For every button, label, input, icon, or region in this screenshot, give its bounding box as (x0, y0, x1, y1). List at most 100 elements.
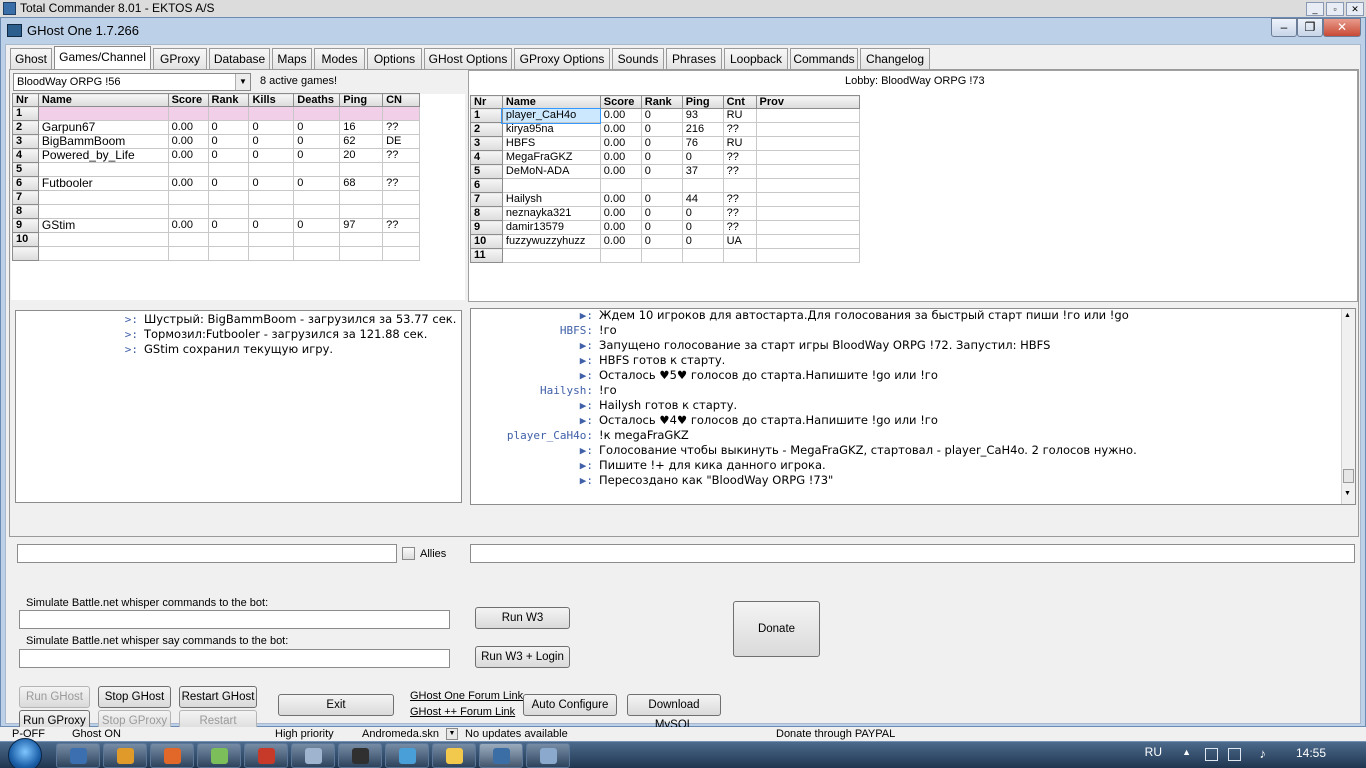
table-row[interactable]: 6 (470, 178, 861, 193)
games-col-header[interactable]: Kills (248, 93, 295, 107)
status-paypal[interactable]: Donate through PAYPAL (776, 728, 895, 740)
games-col-header[interactable]: Name (37, 93, 169, 107)
table-row[interactable]: 3 BigBammBoom 0.00 0 0 0 62 DE (12, 134, 420, 149)
taskbar-app-9[interactable] (479, 743, 523, 768)
lobby-col-header[interactable]: Name (501, 95, 601, 109)
games-col-header[interactable]: Ping (339, 93, 384, 107)
games-col-header[interactable]: Rank (207, 93, 250, 107)
game-select[interactable]: BloodWay ORPG !56 ▼ (13, 73, 251, 91)
games-col-header[interactable]: Deaths (293, 93, 341, 107)
tab-ghost-options[interactable]: GHost Options (424, 48, 512, 69)
tab-changelog[interactable]: Changelog (860, 48, 930, 69)
taskbar-app-3[interactable] (197, 743, 241, 768)
ghost-pp-forum-link[interactable]: GHost ++ Forum Link (410, 706, 515, 718)
taskbar-app-8[interactable] (432, 743, 476, 768)
taskbar-app-4[interactable] (244, 743, 288, 768)
tab-modes[interactable]: Modes (314, 48, 365, 69)
language-indicator[interactable]: RU (1145, 745, 1162, 759)
run-w3-button[interactable]: Run W3 (475, 607, 570, 629)
games-col-header[interactable]: Nr (12, 93, 39, 107)
scroll-up-icon[interactable]: ▲ (1344, 312, 1351, 319)
taskbar-app-1[interactable] (103, 743, 147, 768)
tab-gproxy[interactable]: GProxy (153, 48, 207, 69)
table-row[interactable]: 2 Garpun67 0.00 0 0 0 16?? (12, 120, 420, 135)
tray-clipboard-icon[interactable] (1205, 748, 1218, 761)
tab-games-channel[interactable]: Games/Channel (54, 46, 151, 70)
tab-options[interactable]: Options (367, 48, 422, 69)
table-row[interactable]: 10 (12, 232, 420, 247)
tc-maximize-button[interactable]: ▫ (1326, 2, 1344, 16)
tab-phrases[interactable]: Phrases (666, 48, 722, 69)
ghost-one-forum-link[interactable]: GHost One Forum Link (410, 690, 523, 702)
exit-button[interactable]: Exit (278, 694, 394, 716)
table-row[interactable]: 2 kirya95na 0.00 0 216?? (470, 122, 861, 137)
right-chat-scrollbar[interactable]: ▲ ▼ (1341, 309, 1355, 504)
auto-configure-button[interactable]: Auto Configure (523, 694, 617, 716)
taskbar-app-10[interactable] (526, 743, 570, 768)
lobby-col-header[interactable]: Nr (470, 95, 503, 109)
table-row[interactable]: 3 HBFS 0.00 0 76 RU (470, 136, 861, 151)
table-row[interactable]: 9 damir13579 0.00 0 0?? (470, 220, 861, 235)
tab-database[interactable]: Database (209, 48, 270, 69)
table-row[interactable]: 4 MegaFraGKZ 0.00 0 0?? (470, 150, 861, 165)
tc-minimize-button[interactable]: _ (1306, 2, 1324, 16)
games-col-header[interactable]: CN (382, 93, 420, 107)
tab-loopback[interactable]: Loopback (724, 48, 788, 69)
table-row[interactable]: 8 (12, 204, 420, 219)
table-row[interactable]: 9 GStim 0.00 0 0 0 97?? (12, 218, 420, 233)
lobby-col-header[interactable]: Score (599, 95, 642, 109)
scroll-down-icon[interactable]: ▼ (1344, 490, 1351, 497)
tab-ghost[interactable]: Ghost (10, 48, 52, 69)
clock[interactable]: 14:55 (1296, 746, 1326, 760)
tab-sounds[interactable]: Sounds (612, 48, 664, 69)
table-row[interactable] (12, 246, 420, 261)
games-col-header[interactable]: Score (167, 93, 209, 107)
taskbar-app-6[interactable] (338, 743, 382, 768)
table-row[interactable]: 11 (470, 248, 861, 263)
table-row[interactable]: 1 (12, 106, 420, 121)
table-row[interactable]: 6 Futbooler 0.00 0 0 0 68?? (12, 176, 420, 191)
tab-maps[interactable]: Maps (272, 48, 312, 69)
run-w3-login-button[interactable]: Run W3 + Login (475, 646, 570, 668)
close-button[interactable]: ✕ (1323, 18, 1361, 37)
say-input[interactable] (19, 649, 450, 668)
stop-ghost-button[interactable]: Stop GHost (98, 686, 171, 708)
taskbar-app-0[interactable] (56, 743, 100, 768)
donate-button[interactable]: Donate (733, 601, 820, 657)
skin-select[interactable]: Andromeda.skn (362, 728, 439, 740)
run-ghost-button[interactable]: Run GHost (19, 686, 90, 708)
skin-chevron-down-icon[interactable]: ▼ (446, 728, 458, 740)
allies-checkbox[interactable] (402, 547, 415, 560)
table-row[interactable]: 10 fuzzywuzzyhuzz 0.00 0 0 UA (470, 234, 861, 249)
left-chat-input[interactable] (17, 544, 397, 563)
table-row[interactable]: 7 (12, 190, 420, 205)
taskbar-app-7[interactable] (385, 743, 429, 768)
restart-ghost-button[interactable]: Restart GHost (179, 686, 257, 708)
network-icon[interactable] (1228, 748, 1241, 761)
minimize-button[interactable]: – (1271, 18, 1297, 37)
maximize-button[interactable]: ❐ (1297, 18, 1323, 37)
table-row[interactable]: 8 neznayka321 0.00 0 0?? (470, 206, 861, 221)
whisper-input[interactable] (19, 610, 450, 629)
scroll-thumb[interactable] (1343, 469, 1354, 483)
table-row[interactable]: 5 DeMoN-ADA 0.00 0 37?? (470, 164, 861, 179)
table-row[interactable]: 4 Powered_by_Life 0.00 0 0 0 20?? (12, 148, 420, 163)
start-button[interactable] (8, 738, 42, 768)
taskbar-app-2[interactable] (150, 743, 194, 768)
table-row[interactable]: 1 player_CaH4o 0.00 0 93 RU (470, 107, 861, 124)
lobby-col-header[interactable]: Prov (755, 95, 861, 109)
tray-expand-icon[interactable]: ▲ (1182, 747, 1191, 757)
lobby-col-header[interactable]: Cnt (722, 95, 757, 109)
table-row[interactable]: 5 (12, 162, 420, 177)
tab-gproxy-options[interactable]: GProxy Options (514, 48, 610, 69)
table-row[interactable]: 7 Hailysh 0.00 0 44?? (470, 192, 861, 207)
right-chat-input[interactable] (470, 544, 1355, 563)
taskbar-app-5[interactable] (291, 743, 335, 768)
tab-commands[interactable]: Commands (790, 48, 858, 69)
volume-icon[interactable]: ♪ (1260, 746, 1267, 761)
lobby-col-header[interactable]: Rank (640, 95, 683, 109)
tc-close-button[interactable]: ✕ (1346, 2, 1364, 16)
chevron-down-icon[interactable]: ▼ (235, 74, 250, 90)
lobby-col-header[interactable]: Ping (681, 95, 724, 109)
download-mysql-button[interactable]: Download MySQL (627, 694, 721, 731)
